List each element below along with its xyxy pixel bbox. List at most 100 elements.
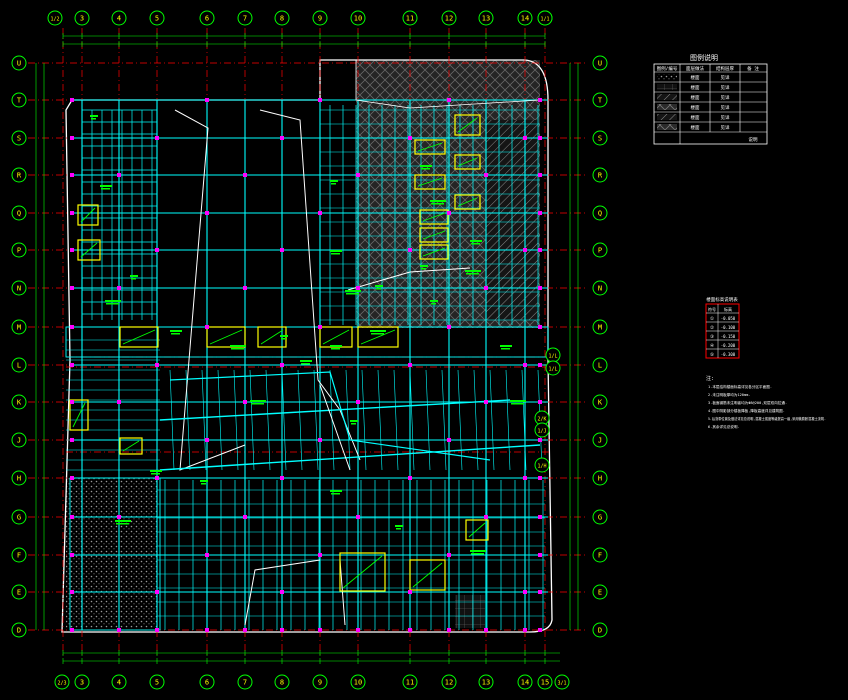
svg-text:2/3: 2/3 bbox=[57, 681, 66, 687]
legend-row-0-note: 见详 bbox=[721, 74, 730, 81]
hatch-zone-sw bbox=[66, 478, 158, 628]
svg-text:F: F bbox=[17, 552, 21, 560]
axis-bubble-top-5: 7 bbox=[237, 10, 253, 26]
axis-bubble-left-10: J bbox=[11, 432, 27, 448]
axis-bubble-left-13: F bbox=[11, 547, 27, 563]
axis-bubble-bottom-3: 5 bbox=[149, 674, 165, 690]
legend-title: 图例说明 bbox=[690, 53, 718, 62]
notes-line-5: 5.后浇带位置及做法详见总说明,混凝土强度等级提高一级,采用微膨胀混凝土浇筑. bbox=[708, 416, 826, 421]
axis-bubble-extra-0: 1/L bbox=[545, 347, 561, 363]
legend-row-5-type: 楼面 bbox=[691, 124, 700, 131]
axis-bubble-top-9: 11 bbox=[402, 10, 418, 26]
symbol-row-0-sym: ① bbox=[710, 316, 715, 322]
axis-bubble-extra-1: 1/L bbox=[545, 360, 561, 376]
svg-text:U: U bbox=[598, 60, 602, 68]
svg-text:J: J bbox=[598, 437, 602, 445]
legend-header-2: 结构层厚 bbox=[716, 65, 734, 72]
axis-bubble-bottom-10: 12 bbox=[441, 674, 457, 690]
symbol-row-3-val: -0.200 bbox=[721, 343, 736, 348]
axis-bubble-bottom-0: 2/3 bbox=[54, 674, 70, 690]
axis-bubble-right-6: N bbox=[592, 280, 608, 296]
legend-header-3: 备 注 bbox=[747, 65, 759, 72]
svg-text:7: 7 bbox=[243, 15, 247, 23]
svg-text:7: 7 bbox=[243, 679, 247, 687]
axis-bubble-right-7: M bbox=[592, 319, 608, 335]
axis-bubble-bottom-2: 4 bbox=[111, 674, 127, 690]
axis-bubble-bottom-5: 7 bbox=[237, 674, 253, 690]
symbol-row-2-sym: ③ bbox=[710, 334, 715, 340]
svg-text:H: H bbox=[17, 475, 21, 483]
axis-bubble-top-1: 3 bbox=[74, 10, 90, 26]
axis-bubble-top-6: 8 bbox=[274, 10, 290, 26]
svg-text:4: 4 bbox=[117, 679, 121, 687]
svg-text:E: E bbox=[598, 589, 602, 597]
svg-text:S: S bbox=[17, 135, 21, 143]
axis-bubble-extra-4: 1/H bbox=[534, 457, 550, 473]
legend-swatch-1 bbox=[657, 74, 677, 80]
axis-bubble-left-1: T bbox=[11, 92, 27, 108]
svg-text:Q: Q bbox=[17, 210, 21, 218]
axis-bubble-right-2: S bbox=[592, 130, 608, 146]
axis-bubble-bottom-1: 3 bbox=[74, 674, 90, 690]
svg-text:M: M bbox=[598, 324, 602, 332]
svg-text:F: F bbox=[598, 552, 602, 560]
symbol-table-title: 楼面标高说明表 bbox=[706, 296, 738, 303]
axis-bubble-bottom-11: 13 bbox=[478, 674, 494, 690]
axis-bubble-bottom-13: 15 bbox=[537, 674, 553, 690]
svg-text:H: H bbox=[598, 475, 602, 483]
axis-bubble-bottom-4: 6 bbox=[199, 674, 215, 690]
svg-text:1/J: 1/J bbox=[537, 429, 546, 435]
legend-swatch-3 bbox=[657, 94, 677, 100]
axis-bubble-left-15: D bbox=[11, 622, 27, 638]
svg-text:3/1: 3/1 bbox=[557, 681, 566, 687]
svg-text:12: 12 bbox=[445, 15, 453, 23]
svg-text:1/L: 1/L bbox=[548, 367, 557, 373]
axis-bubble-left-4: Q bbox=[11, 205, 27, 221]
axis-bubble-left-6: N bbox=[11, 280, 27, 296]
axis-bubble-top-8: 10 bbox=[350, 10, 366, 26]
axis-bubble-right-4: Q bbox=[592, 205, 608, 221]
symbol-header-1: 标高 bbox=[724, 306, 732, 312]
notes-line-6: 6.其余详见总说明. bbox=[708, 424, 740, 429]
legend-header-1: 面层做法 bbox=[686, 65, 704, 72]
symbol-row-4-val: -0.300 bbox=[721, 352, 736, 357]
axis-bubble-left-7: M bbox=[11, 319, 27, 335]
svg-text:U: U bbox=[17, 60, 21, 68]
axis-bubble-left-0: U bbox=[11, 55, 27, 71]
legend-header-0: 图例/编号 bbox=[657, 65, 678, 72]
axis-bubble-right-8: L bbox=[592, 357, 608, 373]
axis-bubble-top-11: 13 bbox=[478, 10, 494, 26]
axis-bubble-top-0: 1/2 bbox=[47, 10, 63, 26]
svg-text:10: 10 bbox=[354, 15, 362, 23]
axis-bubble-right-1: T bbox=[592, 92, 608, 108]
axis-bubble-left-12: G bbox=[11, 509, 27, 525]
svg-text:N: N bbox=[598, 285, 602, 293]
legend-row-2-note: 见详 bbox=[721, 94, 730, 101]
axis-bubble-left-11: H bbox=[11, 470, 27, 486]
axis-bubble-bottom-7: 9 bbox=[312, 674, 328, 690]
axis-bubble-left-14: E bbox=[11, 584, 27, 600]
legend-row-3-note: 见详 bbox=[721, 104, 730, 111]
svg-text:11: 11 bbox=[406, 15, 414, 23]
svg-text:9: 9 bbox=[318, 679, 322, 687]
symbol-row-2-val: -0.150 bbox=[721, 334, 736, 339]
svg-text:6: 6 bbox=[205, 679, 209, 687]
axis-bubble-bottom-14: 3/1 bbox=[554, 674, 570, 690]
svg-text:14: 14 bbox=[521, 679, 529, 687]
svg-text:9: 9 bbox=[318, 15, 322, 23]
svg-text:10: 10 bbox=[354, 679, 362, 687]
svg-text:6: 6 bbox=[205, 15, 209, 23]
notes-line-4: 4.图中阴影部分楼板降板,降板高度详见建筑图. bbox=[708, 408, 785, 413]
axis-bubble-right-11: H bbox=[592, 470, 608, 486]
axis-bubble-left-8: L bbox=[11, 357, 27, 373]
axis-bubble-right-3: R bbox=[592, 167, 608, 183]
legend-row-1-note: 见详 bbox=[721, 84, 730, 91]
axis-bubble-right-12: G bbox=[592, 509, 608, 525]
svg-text:5: 5 bbox=[155, 679, 159, 687]
svg-text:8: 8 bbox=[280, 15, 284, 23]
svg-text:S: S bbox=[598, 135, 602, 143]
svg-text:G: G bbox=[17, 514, 21, 522]
cad-drawing: 1/2 3 4 5 6 7 8 9 10 11 12 13 14 15 1/1 2/3 3 4 5 6 7 8 9 10 11 1… bbox=[11, 10, 826, 690]
axis-bubble-bottom-9: 11 bbox=[402, 674, 418, 690]
axis-bubble-left-2: S bbox=[11, 130, 27, 146]
